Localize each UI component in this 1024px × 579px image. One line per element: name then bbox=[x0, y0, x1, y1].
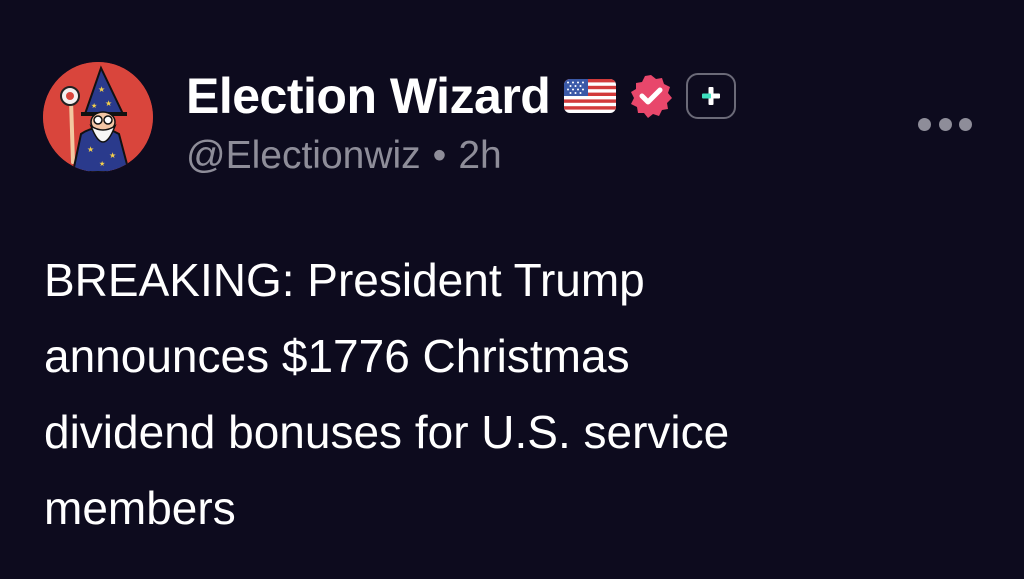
svg-text:★: ★ bbox=[87, 145, 94, 154]
post-body-text: BREAKING: President Trump announces $177… bbox=[44, 254, 730, 534]
svg-text:★: ★ bbox=[99, 160, 105, 168]
author-handle[interactable]: @Electionwiz bbox=[186, 134, 421, 178]
verified-badge-icon[interactable] bbox=[628, 73, 674, 119]
svg-text:★: ★ bbox=[91, 102, 97, 110]
more-options-button[interactable] bbox=[912, 106, 978, 142]
post-timestamp[interactable]: 2h bbox=[458, 134, 501, 178]
svg-text:★: ★ bbox=[105, 99, 112, 108]
svg-text:★: ★ bbox=[109, 151, 116, 160]
author-row: Election Wizard bbox=[186, 66, 737, 126]
author-display-name[interactable]: Election Wizard bbox=[186, 67, 551, 125]
more-dot-icon bbox=[959, 117, 972, 131]
us-flag-icon bbox=[564, 79, 617, 113]
plus-icon bbox=[702, 87, 721, 105]
follow-button[interactable] bbox=[686, 73, 737, 119]
more-dot-icon bbox=[938, 117, 952, 131]
avatar[interactable]: ★ ★ ★ ★ ★ ★ bbox=[43, 62, 153, 172]
more-dot-icon bbox=[918, 117, 931, 131]
wizard-avatar-icon: ★ ★ ★ ★ ★ ★ bbox=[43, 62, 153, 172]
svg-text:★: ★ bbox=[98, 85, 105, 94]
post-card: ★ ★ ★ ★ ★ ★ Election Wizard @Electionwiz… bbox=[0, 0, 1024, 579]
meta-separator: • bbox=[432, 134, 447, 177]
post-meta: @Electionwiz • 2h bbox=[186, 130, 502, 182]
